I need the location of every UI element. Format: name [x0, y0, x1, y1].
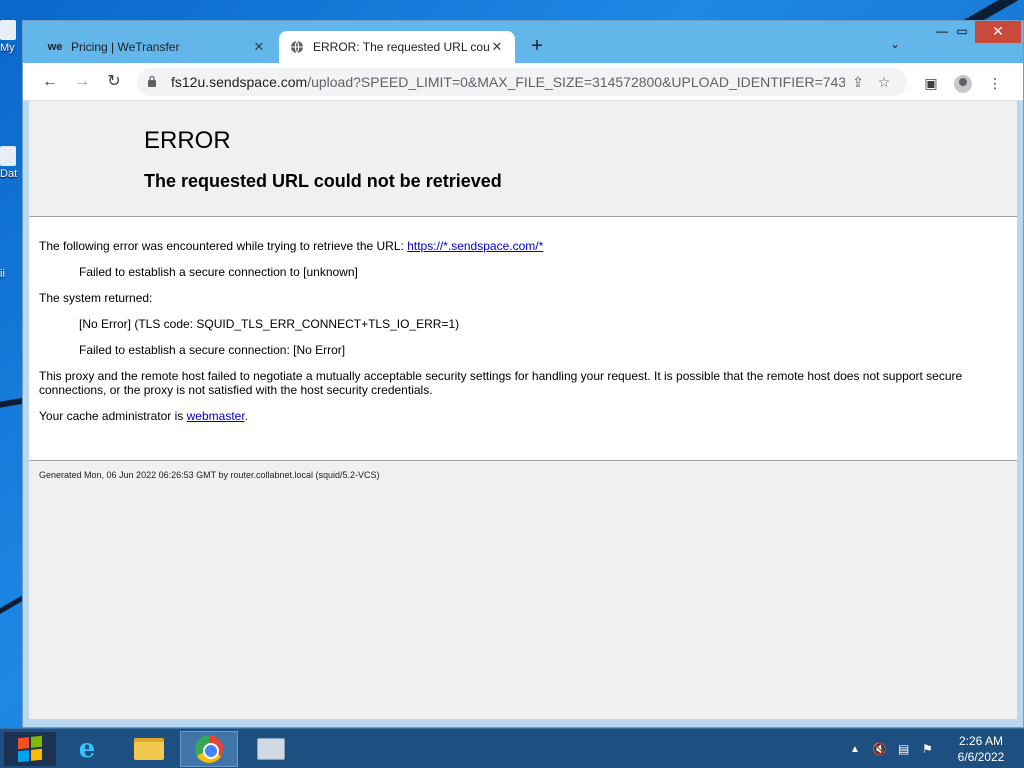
- taskbar: e ▲ 🔇 ▤ ⚑ 2:26 AM 6/6/2022: [0, 728, 1024, 768]
- clock-time: 2:26 AM: [958, 734, 1004, 748]
- start-button[interactable]: [4, 732, 56, 766]
- address-bar[interactable]: fs12u.sendspace.com/upload?SPEED_LIMIT=0…: [137, 68, 907, 96]
- profile-avatar-icon[interactable]: [951, 71, 975, 95]
- system-returned-label: The system returned:: [39, 291, 153, 305]
- tls-error-message: Failed to establish a secure connection:…: [79, 343, 346, 357]
- database-icon: [0, 146, 16, 166]
- tab-close-icon[interactable]: ✕: [489, 39, 505, 55]
- clock-date: 6/6/2022: [957, 750, 1005, 764]
- url-host: fs12u.sendspace.com: [171, 74, 308, 90]
- internet-explorer-icon: e: [78, 734, 96, 764]
- page-title: ERROR: [144, 127, 231, 154]
- maximize-button[interactable]: ▭: [949, 21, 975, 43]
- network-icon[interactable]: ▤: [898, 729, 918, 768]
- taskbar-chrome[interactable]: [180, 731, 238, 767]
- kebab-menu-icon[interactable]: ⋮: [983, 71, 1007, 95]
- requested-url-link[interactable]: https://*.sendspace.com/*: [407, 239, 543, 253]
- tab-search-chevron-icon[interactable]: ⌄: [885, 37, 905, 57]
- tab-close-icon[interactable]: ✕: [251, 39, 267, 55]
- lock-icon[interactable]: [147, 75, 163, 90]
- volume-muted-icon[interactable]: 🔇: [872, 729, 892, 768]
- back-arrow-icon[interactable]: ←: [37, 69, 63, 95]
- show-hidden-icons-chevron-icon[interactable]: ▲: [850, 729, 864, 768]
- reload-icon[interactable]: ↻: [101, 69, 127, 95]
- url-path: /upload?SPEED_LIMIT=0&MAX_FILE_SIZE=3145…: [307, 74, 845, 90]
- webmaster-link[interactable]: webmaster: [187, 409, 245, 423]
- url-text: fs12u.sendspace.com/upload?SPEED_LIMIT=0…: [171, 74, 845, 90]
- intro-text: The following error was encountered whil…: [39, 239, 404, 253]
- performance-monitor-icon: [257, 738, 285, 760]
- side-panel-icon[interactable]: ▣: [919, 71, 943, 95]
- desktop-icon-label: Dat: [0, 168, 18, 180]
- windows-logo-icon: [18, 735, 42, 763]
- desktop-icon-label: My: [0, 42, 15, 54]
- failure-message: Failed to establish a secure connection …: [79, 265, 358, 279]
- taskbar-performance-monitor[interactable]: [242, 731, 300, 767]
- tls-error-code: [No Error] (TLS code: SQUID_TLS_ERR_CONN…: [79, 317, 460, 331]
- browser-toolbar: ← → ↻ fs12u.sendspace.com/upload?SPEED_L…: [23, 63, 1023, 101]
- generated-footer: Generated Mon, 06 Jun 2022 06:26:53 GMT …: [39, 470, 380, 480]
- explanation-paragraph: This proxy and the remote host failed to…: [39, 369, 963, 397]
- admin-text: Your cache administrator is: [39, 409, 184, 423]
- globe-icon: [289, 39, 305, 55]
- tab-title: Pricing | WeTransfer: [71, 40, 180, 54]
- chrome-icon: [195, 735, 223, 763]
- page-subtitle: The requested URL could not be retrieved: [144, 171, 502, 191]
- browser-window: we Pricing | WeTransfer ✕ ERROR: The req…: [22, 20, 1024, 728]
- new-tab-button[interactable]: +: [525, 35, 549, 59]
- tab-title: ERROR: The requested URL could: [313, 40, 489, 54]
- intro-paragraph: The following error was encountered whil…: [39, 239, 1007, 253]
- error-body: The following error was encountered whil…: [29, 217, 1017, 461]
- tab-wetransfer[interactable]: we Pricing | WeTransfer ✕: [37, 31, 277, 63]
- tab-error[interactable]: ERROR: The requested URL could ✕: [279, 31, 515, 63]
- share-icon[interactable]: ⇪: [845, 74, 871, 91]
- action-center-flag-icon[interactable]: ⚑: [922, 729, 942, 768]
- page-content: ERROR The requested URL could not be ret…: [29, 101, 1017, 719]
- forward-arrow-icon[interactable]: →: [69, 69, 95, 95]
- window-close-button[interactable]: ✕: [975, 21, 1021, 43]
- error-header: ERROR The requested URL could not be ret…: [29, 101, 1017, 217]
- admin-suffix: .: [244, 409, 249, 423]
- tab-strip: we Pricing | WeTransfer ✕ ERROR: The req…: [23, 21, 1023, 63]
- folder-icon: [134, 738, 164, 760]
- desktop-icon-label: ii: [0, 268, 5, 280]
- admin-paragraph: Your cache administrator is webmaster.: [39, 409, 1007, 423]
- system-clock[interactable]: 2:26 AM 6/6/2022: [948, 733, 1014, 765]
- taskbar-internet-explorer[interactable]: e: [58, 731, 116, 767]
- bookmark-star-icon[interactable]: ☆: [871, 74, 897, 91]
- computer-icon: [0, 20, 16, 40]
- taskbar-file-explorer[interactable]: [120, 731, 178, 767]
- wetransfer-favicon-icon: we: [47, 41, 63, 53]
